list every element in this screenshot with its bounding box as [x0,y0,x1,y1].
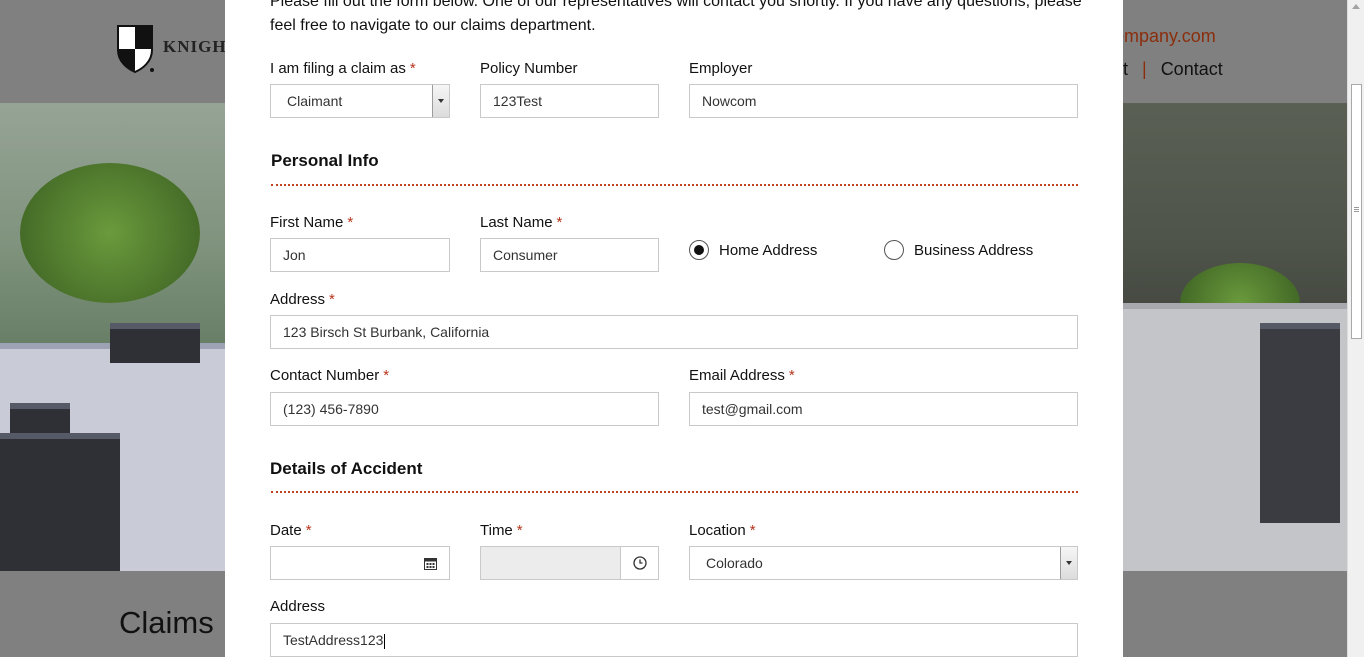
accident-address-value: TestAddress123 [283,632,384,648]
required-marker: * [788,367,795,384]
policy-number-label: Policy Number [480,60,578,77]
shield-logo-icon [117,25,154,74]
form-intro-text: Please fill out the form below. One of o… [270,0,1082,34]
first-name-label: First Name * [270,214,354,231]
calendar-icon[interactable] [411,547,449,579]
required-marker: * [329,291,335,308]
policy-number-input[interactable]: 123Test [480,84,659,118]
chevron-down-icon[interactable] [1060,547,1077,579]
required-marker: * [556,214,563,231]
date-label: Date * [270,522,312,539]
page-scrollbar[interactable] [1347,0,1364,657]
location-select[interactable]: Colorado [689,546,1078,580]
clock-icon[interactable] [620,547,658,579]
required-marker: * [347,214,354,231]
business-address-radio[interactable]: Business Address [884,240,1033,260]
address-label: Address * [270,291,335,308]
chevron-down-icon[interactable] [432,85,449,117]
business-address-label: Business Address [914,241,1034,259]
section-divider [271,184,1078,186]
scrollbar-thumb[interactable] [1351,84,1362,339]
text-cursor [384,633,386,649]
location-label: Location * [689,522,756,539]
required-marker: * [383,367,390,384]
nav-item-contact[interactable]: Contact [1161,59,1223,79]
accident-details-heading: Details of Accident [270,459,423,478]
required-marker: * [305,522,312,539]
home-address-label: Home Address [719,241,818,259]
last-name-label: Last Name * [480,214,563,231]
time-input[interactable] [480,546,659,580]
nav-separator: | [1142,59,1147,79]
accident-address-input[interactable]: TestAddress123 [270,623,1078,657]
filing-as-label: I am filing a claim as * [270,60,416,77]
required-marker: * [516,522,523,539]
location-value: Colorado [706,555,763,571]
claim-form-modal: Please fill out the form below. One of o… [225,0,1123,657]
time-label: Time * [480,522,523,539]
page-heading: Claims [119,605,214,640]
grip-icon [1354,207,1359,212]
address-input[interactable]: 123 Birsch St Burbank, California [270,315,1078,349]
email-label: Email Address * [689,367,795,384]
scroll-up-arrow-icon[interactable] [1352,4,1360,9]
personal-info-heading: Personal Info [271,151,379,170]
last-name-input[interactable]: Consumer [480,238,659,272]
first-name-input[interactable]: Jon [270,238,450,272]
required-marker: * [409,60,416,77]
employer-input[interactable]: Nowcom [689,84,1078,118]
employer-label: Employer [689,60,753,77]
radio-selected-icon[interactable] [689,240,709,260]
date-input[interactable] [270,546,450,580]
contact-number-label: Contact Number * [270,367,390,384]
required-marker: * [749,522,756,539]
email-input[interactable]: test@gmail.com [689,392,1078,426]
filing-as-value: Claimant [287,93,343,109]
filing-as-select[interactable]: Claimant [270,84,450,118]
section-divider [271,491,1078,493]
home-address-radio[interactable]: Home Address [689,240,817,260]
radio-unselected-icon[interactable] [884,240,904,260]
accident-address-label: Address [270,598,326,615]
contact-number-input[interactable]: (123) 456-7890 [270,392,659,426]
